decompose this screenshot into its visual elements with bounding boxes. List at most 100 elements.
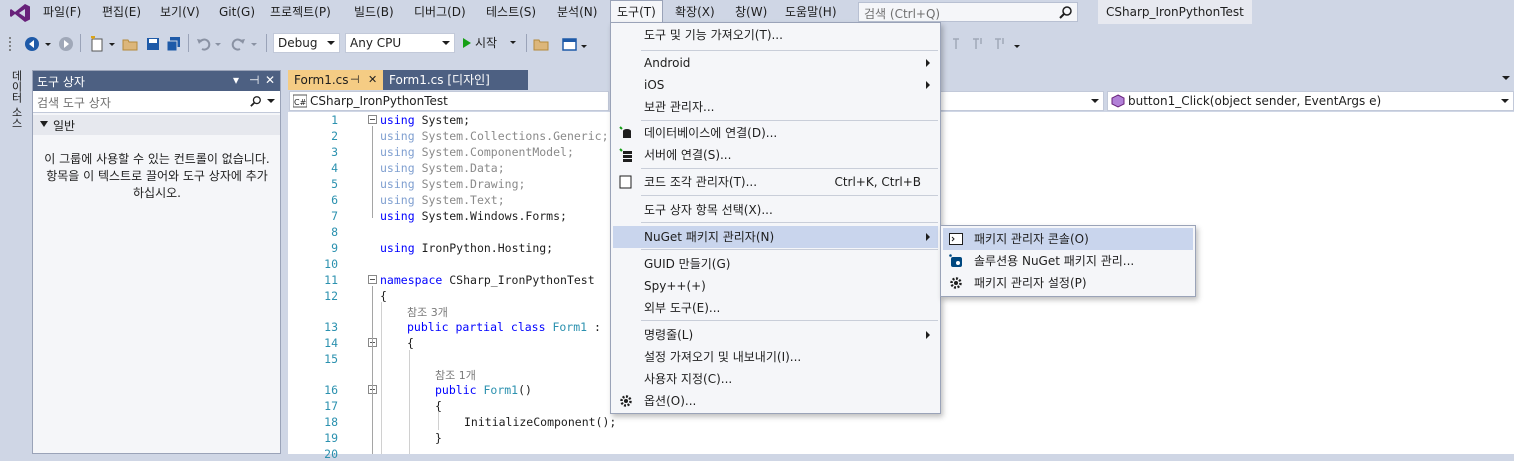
search-input[interactable]: 검색 (Ctrl+Q) [858, 2, 1078, 22]
chevron-right-icon [926, 59, 930, 67]
line-number: 8 [331, 225, 338, 239]
start-dropdown-icon [510, 41, 516, 44]
menu-item-ios[interactable]: iOS [613, 74, 938, 96]
redo-dropdown-icon[interactable] [250, 36, 258, 52]
menu-item-nuget-package-manager[interactable]: NuGet 패키지 관리자(N) [613, 226, 938, 248]
menu-build[interactable]: 빌드(B) [348, 0, 400, 24]
toolbox-group-label: 일반 [53, 119, 76, 133]
menu-test[interactable]: 테스트(S) [480, 0, 542, 24]
code-line: using System.ComponentModel; [380, 145, 574, 159]
database-connect-icon [619, 126, 631, 138]
menu-item-choose-toolbox-items[interactable]: 도구 상자 항목 선택(X)... [613, 199, 938, 221]
menu-tools[interactable]: 도구(T) [610, 0, 663, 24]
visual-studio-logo-icon [10, 4, 30, 22]
menu-help[interactable]: 도움말(H) [779, 0, 843, 24]
open-folder-icon[interactable] [122, 36, 138, 52]
project-dropdown[interactable]: C# CSharp_IronPythonTest [289, 91, 609, 111]
close-icon[interactable]: ✕ [265, 73, 275, 87]
new-dropdown-icon[interactable] [108, 36, 116, 52]
menu-item-snippet-manager[interactable]: 코드 조각 관리자(T)... Ctrl+K, Ctrl+B [613, 171, 938, 193]
menu-git[interactable]: Git(G) [213, 0, 261, 24]
menu-item-create-guid[interactable]: GUID 만들기(G) [613, 253, 938, 275]
menu-item-import-export-settings[interactable]: 설정 가져오기 및 내보내기(I)... [613, 346, 938, 368]
toolbox-group-general[interactable]: 일반 [33, 115, 280, 135]
chevron-right-icon [926, 81, 930, 89]
configuration-value: Debug [278, 36, 318, 50]
platform-value: Any CPU [350, 36, 402, 50]
back-dropdown-icon[interactable] [44, 36, 52, 52]
toolbar-overflow-icon[interactable] [580, 36, 588, 52]
menu-item-manage-nuget-solution[interactable]: 솔루션용 NuGet 패키지 관리... [943, 250, 1193, 272]
search-icon [250, 96, 261, 107]
menu-separator [641, 249, 938, 250]
chevron-down-icon[interactable] [1502, 76, 1510, 82]
solution-title: CSharp_IronPythonTest [1098, 0, 1252, 24]
tab-data-sources[interactable]: 데이터 소스 [8, 70, 24, 129]
menu-item-connect-database[interactable]: 데이터베이스에 연결(D)... [613, 122, 938, 144]
menu-item-options[interactable]: 옵션(O)... [613, 390, 938, 412]
window-icon[interactable] [562, 36, 578, 52]
undo-icon[interactable] [196, 36, 212, 52]
start-debugging-button[interactable]: 시작 [461, 33, 516, 53]
save-all-icon[interactable] [166, 36, 182, 52]
platform-dropdown[interactable]: Any CPU [345, 33, 455, 53]
close-icon[interactable]: ✕ [368, 70, 377, 90]
indent-guide [409, 350, 410, 454]
menu-item-package-manager-console[interactable]: 패키지 관리자 콘솔(O) [943, 228, 1193, 250]
collapse-icon[interactable] [368, 115, 377, 124]
reference-count[interactable]: 참조 1개 [435, 367, 476, 383]
menu-item-archive-manager[interactable]: 보관 관리자... [613, 96, 938, 118]
menu-project[interactable]: 프로젝트(P) [264, 0, 337, 24]
forward-icon[interactable] [58, 36, 74, 52]
tab-form1-designer[interactable]: Form1.cs [디자인] [383, 70, 528, 90]
chevron-down-icon[interactable]: ▾ [233, 73, 239, 87]
menu-window[interactable]: 창(W) [729, 0, 773, 24]
menu-extensions[interactable]: 확장(X) [669, 0, 721, 24]
tab-label: Form1.cs [294, 73, 349, 87]
undo-dropdown-icon[interactable] [214, 36, 222, 52]
fold-line [372, 286, 373, 454]
comment-icon[interactable] [950, 36, 966, 52]
chevron-down-icon[interactable] [267, 99, 275, 105]
toolbox-search-input[interactable]: 검색 도구 상자 [33, 91, 280, 113]
back-icon[interactable] [24, 36, 40, 52]
console-icon [949, 233, 963, 245]
pin-icon[interactable]: ⊣ [249, 73, 259, 87]
line-number: 10 [324, 257, 338, 271]
pin-icon[interactable]: ⊣ [350, 70, 360, 90]
side-tab-strip: 데이터 소스 [0, 62, 32, 454]
shortcut-label: Ctrl+K, Ctrl+B [834, 175, 921, 189]
menu-item-command-line[interactable]: 명령줄(L) [613, 324, 938, 346]
type-dropdown[interactable] [940, 91, 1104, 111]
menu-view[interactable]: 보기(V) [154, 0, 206, 24]
menu-item-spy[interactable]: Spy++(+) [613, 275, 938, 297]
menu-edit[interactable]: 편집(E) [96, 0, 147, 24]
bookmark-icon[interactable] [992, 36, 1008, 52]
configuration-dropdown[interactable]: Debug [273, 33, 340, 53]
toolbar-overflow-icon[interactable] [1013, 36, 1021, 52]
menu-item-package-manager-settings[interactable]: 패키지 관리자 설정(P) [943, 272, 1193, 294]
menu-file[interactable]: 파일(F) [37, 0, 87, 24]
reference-count[interactable]: 참조 3개 [407, 304, 448, 320]
collapse-icon[interactable] [368, 275, 377, 284]
code-line: public Form1() [435, 383, 532, 397]
menu-item-external-tools[interactable]: 외부 도구(E)... [613, 297, 938, 319]
member-dropdown[interactable]: button1_Click(object sender, EventArgs e… [1107, 91, 1514, 111]
menu-item-customize[interactable]: 사용자 지정(C)... [613, 368, 938, 390]
code-line: using System.Windows.Forms; [380, 209, 567, 223]
folder-icon[interactable] [533, 36, 549, 52]
save-icon[interactable] [145, 36, 161, 52]
menu-item-connect-server[interactable]: 서버에 연결(S)... [613, 144, 938, 166]
uncomment-icon[interactable] [970, 36, 986, 52]
redo-icon[interactable] [230, 36, 246, 52]
tab-form1-cs[interactable]: Form1.cs ⊣ ✕ [288, 70, 383, 90]
method-icon [1111, 94, 1125, 108]
menu-item-android[interactable]: Android [613, 52, 938, 74]
menu-analyze[interactable]: 분석(N) [551, 0, 603, 24]
code-line: InitializeComponent(); [464, 415, 617, 429]
new-project-icon[interactable] [89, 36, 105, 52]
project-name: CSharp_IronPythonTest [310, 94, 448, 108]
menu-debug[interactable]: 디버그(D) [408, 0, 472, 24]
menu-item-get-tools[interactable]: 도구 및 기능 가져오기(T)... [613, 24, 938, 46]
chevron-right-icon [926, 331, 930, 339]
